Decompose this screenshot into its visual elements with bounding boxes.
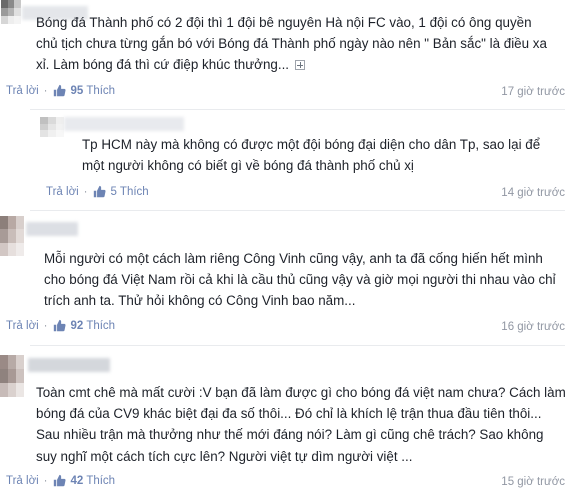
divider: [30, 109, 565, 110]
timestamp[interactable]: 15 giờ trước: [470, 476, 565, 488]
reply-link[interactable]: Trả lời: [6, 475, 39, 487]
timestamp[interactable]: 17 giờ trước: [470, 86, 565, 98]
timestamp[interactable]: 16 giờ trước: [470, 321, 565, 333]
separator: ·: [43, 319, 48, 332]
like-thumb-icon[interactable]: [53, 84, 66, 97]
like-thumb-icon[interactable]: [93, 185, 106, 198]
comment-text: Toàn cmt chê mà mất cười :V bạn đã làm đ…: [36, 385, 566, 464]
separator: ·: [43, 84, 48, 97]
expand-plus-icon[interactable]: [295, 60, 306, 71]
reply-link[interactable]: Trả lời: [46, 186, 79, 198]
comment-footer: Trả lời · 95 Thích: [6, 84, 115, 97]
like-count[interactable]: 92 Thích: [71, 320, 116, 332]
reply-link[interactable]: Trả lời: [6, 320, 39, 332]
separator: ·: [43, 474, 48, 487]
like-count[interactable]: 42 Thích: [71, 475, 116, 487]
comment-footer: Trả lời · 5 Thích: [46, 185, 149, 198]
author-name[interactable]: [64, 117, 184, 131]
comment-text: Tp HCM này mà không có được một đội bóng…: [82, 137, 541, 174]
like-count[interactable]: 95 Thích: [71, 85, 116, 97]
comment-text: Mỗi người có một cách làm riêng Công Vin…: [44, 251, 556, 309]
timestamp[interactable]: 14 giờ trước: [470, 187, 565, 199]
avatar[interactable]: [0, 216, 24, 256]
divider: [30, 210, 565, 211]
separator: ·: [83, 185, 88, 198]
avatar[interactable]: [40, 117, 64, 137]
avatar[interactable]: [0, 355, 24, 397]
comment-text: Bóng đá Thành phố có 2 đội thì 1 đội bê …: [36, 15, 547, 73]
like-count[interactable]: 5 Thích: [111, 186, 149, 198]
like-thumb-icon[interactable]: [53, 474, 66, 487]
avatar[interactable]: [1, 0, 21, 24]
reply-link[interactable]: Trả lời: [6, 85, 39, 97]
like-thumb-icon[interactable]: [53, 319, 66, 332]
author-name[interactable]: [28, 358, 110, 372]
author-name[interactable]: [26, 222, 78, 236]
comment-footer: Trả lời · 42 Thích: [6, 474, 115, 487]
divider: [30, 345, 565, 346]
comment-footer: Trả lời · 92 Thích: [6, 319, 115, 332]
